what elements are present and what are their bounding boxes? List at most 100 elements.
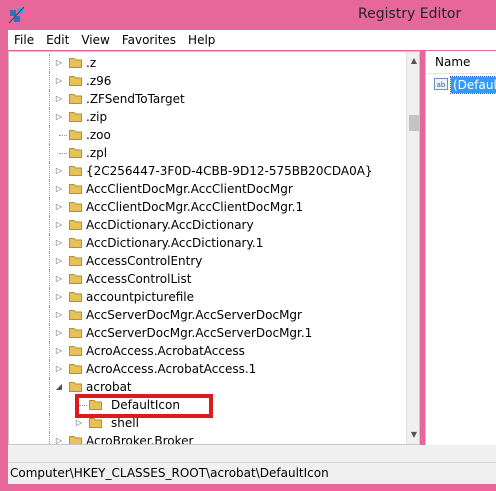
folder-icon: [69, 94, 82, 104]
expand-arrow-right-icon[interactable]: ▷: [55, 328, 63, 338]
tree-item-label: AcroAccess.AcrobatAccess: [86, 344, 245, 358]
tree-guide-line: [49, 306, 50, 324]
tree-item[interactable]: ▷ .zip: [9, 108, 407, 126]
folder-icon: [69, 382, 82, 392]
tree-guide-line: [49, 216, 50, 234]
scroll-up-arrow-icon[interactable]: ▲: [407, 54, 419, 68]
expand-arrow-right-icon[interactable]: ▷: [55, 94, 63, 104]
folder-icon: [69, 346, 82, 356]
tree-item-label: AcroBroker.Broker: [86, 434, 194, 445]
tree-guide-line: [49, 270, 50, 288]
tree-item[interactable]: ▷ .z: [9, 54, 407, 72]
value-name[interactable]: (Default): [449, 76, 496, 94]
tree-item-label: accountpicturefile: [86, 290, 194, 304]
tree-guide-line: [49, 144, 50, 162]
folder-icon: [69, 130, 82, 140]
tree-item-label: AcroAccess.AcrobatAccess.1: [86, 362, 257, 376]
expand-arrow-right-icon[interactable]: ▷: [55, 274, 63, 284]
tree-item-label: AccServerDocMgr.AccServerDocMgr.1: [86, 326, 313, 340]
menu-view[interactable]: View: [75, 30, 115, 50]
expand-arrow-down-icon[interactable]: ◢: [55, 382, 63, 392]
folder-icon: [69, 76, 82, 86]
tree-guide-line: [49, 234, 50, 252]
tree-item[interactable]: ▷ AccClientDocMgr.AccClientDocMgr.1: [9, 198, 407, 216]
tree-guide-line: [49, 252, 50, 270]
folder-icon: [69, 292, 82, 302]
folder-icon: [69, 328, 82, 338]
registry-tree[interactable]: ▷ .z ▷ .z96 ▷ .ZFSendToTarget ▷ .zip .zoo .zpl ▷ {2…: [8, 51, 420, 445]
expand-arrow-right-icon[interactable]: ▷: [55, 292, 63, 302]
tree-item[interactable]: ▷ accountpicturefile: [9, 288, 407, 306]
tree-item[interactable]: ▷ AccServerDocMgr.AccServerDocMgr.1: [9, 324, 407, 342]
registry-editor-icon: [8, 6, 25, 24]
tree-item[interactable]: .zoo: [9, 126, 407, 144]
expand-arrow-right-icon[interactable]: ▷: [55, 184, 63, 194]
scroll-down-arrow-icon[interactable]: ▼: [407, 428, 419, 442]
tree-item-label: .zoo: [86, 128, 111, 142]
expand-arrow-right-icon[interactable]: ▷: [55, 220, 63, 230]
status-path: Computer\HKEY_CLASSES_ROOT\acrobat\Defau…: [10, 466, 329, 480]
menu-help[interactable]: Help: [182, 30, 221, 50]
tree-item[interactable]: ▷ {2C256447-3F0D-4CBB-9D12-575BB20CDA0A}: [9, 162, 407, 180]
tree-guide-line: [49, 378, 50, 396]
expand-arrow-right-icon[interactable]: ▷: [55, 436, 63, 444]
tree-item-label: AccessControlList: [86, 272, 192, 286]
tree-scrollbar[interactable]: ▲ ▼: [406, 52, 419, 444]
tree-guide-line: [49, 432, 50, 444]
expand-arrow-right-icon[interactable]: ▷: [55, 238, 63, 248]
tree-item-label: .ZFSendToTarget: [86, 92, 185, 106]
tree-guide-line: [49, 126, 50, 144]
tree-item[interactable]: ▷ AccClientDocMgr.AccClientDocMgr: [9, 180, 407, 198]
tree-item[interactable]: ▷ .ZFSendToTarget: [9, 90, 407, 108]
column-header-name[interactable]: Name: [426, 51, 496, 74]
tree-item-label: .zpl: [86, 146, 108, 160]
expand-arrow-right-icon[interactable]: ▷: [75, 418, 83, 428]
tree-item[interactable]: ▷ AccessControlList: [9, 270, 407, 288]
scroll-thumb[interactable]: [409, 115, 419, 131]
horizontal-scroll-area: [8, 445, 496, 462]
tree-item-label: AccClientDocMgr.AccClientDocMgr: [86, 182, 293, 196]
tree-connector: [59, 135, 67, 136]
tree-item-label: .zip: [86, 110, 108, 124]
expand-arrow-right-icon[interactable]: ▷: [55, 256, 63, 266]
tree-item-label: .z: [86, 56, 97, 70]
tree-item[interactable]: .zpl: [9, 144, 407, 162]
tree-item[interactable]: ▷ AcroBroker.Broker: [9, 432, 407, 445]
tree-guide-line: [49, 162, 50, 180]
tree-guide-line: [49, 108, 50, 126]
expand-arrow-right-icon[interactable]: ▷: [55, 112, 63, 122]
folder-icon: [69, 238, 82, 248]
folder-icon: [69, 112, 82, 122]
expand-arrow-right-icon[interactable]: ▷: [55, 166, 63, 176]
tree-guide-line: [49, 54, 50, 72]
folder-icon: [69, 202, 82, 212]
menu-favorites[interactable]: Favorites: [116, 30, 182, 50]
menu-edit[interactable]: Edit: [40, 30, 75, 50]
expand-arrow-right-icon[interactable]: ▷: [55, 364, 63, 374]
tree-item-label: AccClientDocMgr.AccClientDocMgr.1: [86, 200, 304, 214]
tree-item[interactable]: ▷ AccessControlEntry: [9, 252, 407, 270]
tree-item[interactable]: ▷ AcroAccess.AcrobatAccess: [9, 342, 407, 360]
expand-arrow-right-icon[interactable]: ▷: [55, 346, 63, 356]
tree-item[interactable]: ▷ AccDictionary.AccDictionary: [9, 216, 407, 234]
tree-item-label: AccServerDocMgr.AccServerDocMgr: [86, 308, 302, 322]
title-bar: Registry Editor: [0, 0, 496, 30]
tree-item[interactable]: ▷ AccServerDocMgr.AccServerDocMgr: [9, 306, 407, 324]
tree-guide-line: [49, 180, 50, 198]
folder-icon: [69, 148, 82, 158]
tree-item[interactable]: ▷ .z96: [9, 72, 407, 90]
menu-file[interactable]: File: [8, 30, 40, 50]
tree-item[interactable]: ▷ AccDictionary.AccDictionary.1: [9, 234, 407, 252]
expand-arrow-right-icon[interactable]: ▷: [55, 76, 63, 86]
status-bar: Computer\HKEY_CLASSES_ROOT\acrobat\Defau…: [8, 462, 496, 484]
folder-icon: [69, 184, 82, 194]
tree-item-label: AccDictionary.AccDictionary: [86, 218, 254, 232]
tree-item-label: .z96: [86, 74, 112, 88]
tree-guide-line: [49, 198, 50, 216]
expand-arrow-right-icon[interactable]: ▷: [55, 202, 63, 212]
expand-arrow-right-icon[interactable]: ▷: [55, 58, 63, 68]
values-pane[interactable]: Name ab (Default): [425, 51, 496, 445]
expand-arrow-right-icon[interactable]: ▷: [55, 310, 63, 320]
tree-item[interactable]: ▷ AcroAccess.AcrobatAccess.1: [9, 360, 407, 378]
tree-item-label: AccDictionary.AccDictionary.1: [86, 236, 264, 250]
